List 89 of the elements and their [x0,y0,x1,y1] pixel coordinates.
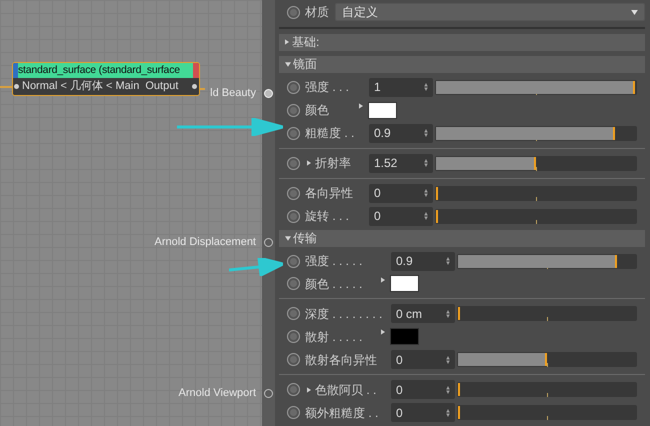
number-field[interactable]: 1.52 [369,154,433,173]
number-field[interactable]: 1 [369,78,433,97]
field-label: 旋转 . . . [305,208,350,226]
number-field[interactable]: 0 cm [391,304,455,324]
radio-icon[interactable] [287,186,300,200]
field-label: 颜色 [305,102,329,120]
color-swatch[interactable] [390,275,419,292]
spinner-icon[interactable] [424,159,428,168]
field-label: 额外粗糙度 . . [305,404,378,422]
radio-icon[interactable] [287,406,300,420]
field-label: 折射率 [315,155,351,172]
radio-icon[interactable] [287,156,300,170]
slider-track[interactable] [457,352,637,368]
field-label: 颜色 . . . . . [305,276,362,293]
node-output-label: Output [145,79,178,94]
number-field[interactable]: 0 [369,206,433,226]
slider-track[interactable] [435,156,637,171]
node-input-label: Normal < 几何体 < Main [22,79,140,94]
port-label: Arnold Viewport [178,386,256,400]
radio-icon[interactable] [287,254,300,268]
radio-icon[interactable] [287,126,300,140]
field-label: 色散阿贝 . . [315,382,376,399]
slider-track[interactable] [457,306,637,322]
slider-track[interactable] [457,382,637,398]
section-header[interactable]: 传输 [279,230,645,247]
material-dropdown[interactable]: 自定义 [335,3,645,22]
port-icon [14,84,19,89]
slider-track[interactable] [435,208,637,224]
connection-wire [200,88,205,90]
field-label: 强度 . . . . . [305,253,362,270]
connection-wire [0,86,13,88]
number-field[interactable]: 0 [391,350,455,370]
radio-icon[interactable] [287,6,300,19]
color-swatch[interactable] [368,102,397,119]
node-color-tab [193,63,199,78]
expand-triangle-icon[interactable] [307,160,311,166]
number-field[interactable]: 0 [391,403,455,422]
field-label: 材质 [305,4,330,22]
color-swatch[interactable] [390,328,419,346]
expand-triangle-icon[interactable] [307,386,311,393]
radio-icon[interactable] [287,353,300,366]
port-label: ld Beauty [210,86,256,100]
shader-node[interactable]: standard_surface (standard_surface Normal < 几何体 < Main Output [12,62,200,96]
expand-triangle-icon[interactable] [381,329,385,336]
field-label: 强度 . . . [305,79,350,96]
field-label: 散射 . . . . . [305,328,362,346]
node-color-tab [13,63,18,78]
number-field[interactable]: 0.9 [369,124,433,143]
collapsed-triangle-icon[interactable] [285,39,289,46]
spinner-icon[interactable] [424,189,428,198]
radio-icon[interactable] [287,330,300,344]
spinner-icon[interactable] [424,129,428,138]
radio-icon[interactable] [287,80,300,94]
slider-track[interactable] [457,254,637,269]
number-field[interactable]: 0 [391,380,455,400]
field-label: 粗糙度 . . [305,125,354,142]
expanded-triangle-icon[interactable] [285,236,291,241]
radio-icon[interactable] [287,307,300,320]
slider-track[interactable] [457,405,637,420]
spinner-icon[interactable] [446,408,450,417]
node-title: standard_surface (standard_surface [18,63,193,78]
spinner-icon[interactable] [424,212,428,220]
arrow-annotation [229,258,283,276]
spinner-icon[interactable] [446,257,450,266]
spinner-icon[interactable] [424,83,428,92]
spinner-icon[interactable] [446,310,450,318]
port-socket[interactable] [264,238,273,247]
number-field[interactable]: 0 [369,184,433,203]
section-header[interactable]: 基础: [279,34,645,51]
port-socket[interactable] [264,389,273,398]
expanded-triangle-icon[interactable] [285,62,291,67]
number-field[interactable]: 0.9 [391,252,455,271]
field-label: 散射各向异性 [305,352,377,369]
port-icon [192,84,197,89]
slider-track[interactable] [435,186,637,201]
spinner-icon[interactable] [446,386,450,394]
section-header[interactable]: 镜面 [279,56,645,73]
spinner-icon[interactable] [446,356,450,364]
radio-icon[interactable] [287,277,300,290]
radio-icon[interactable] [287,210,300,223]
radio-icon[interactable] [287,104,300,117]
dropdown-caret-icon[interactable] [631,10,638,15]
expand-triangle-icon[interactable] [381,276,385,282]
port-label: Arnold Displacement [154,235,256,249]
field-label: 各向异性 [305,185,353,202]
radio-icon[interactable] [287,383,300,396]
slider-track[interactable] [435,126,637,141]
expand-triangle-icon[interactable] [359,102,363,109]
field-label: 深度 . . . . . . . . [305,306,382,323]
